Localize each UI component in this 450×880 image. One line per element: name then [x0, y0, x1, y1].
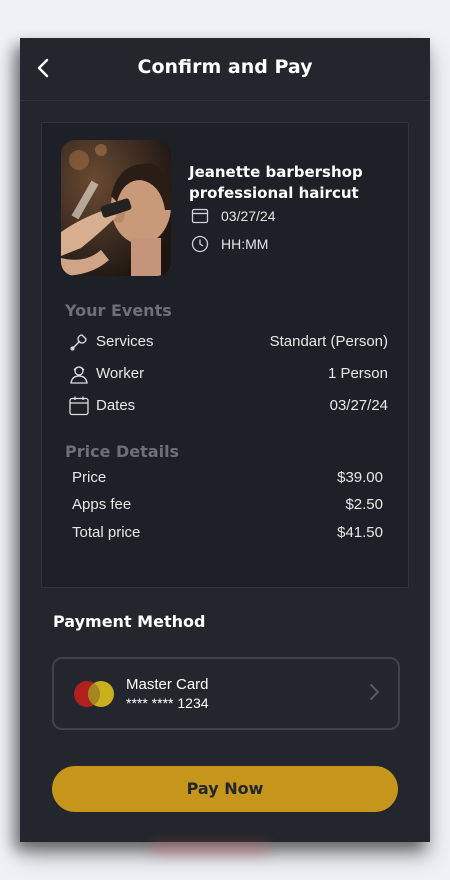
price-label: Total price	[72, 524, 141, 541]
booking-time: HH:MM	[221, 236, 269, 252]
event-value: 1 Person	[327, 365, 388, 382]
card-number: **** **** 1234	[126, 695, 209, 711]
payment-method-heading: Payment Method	[53, 612, 206, 631]
booking-date: 03/27/24	[221, 208, 276, 224]
price-value: $41.50	[337, 524, 383, 541]
pay-now-button[interactable]: Pay Now	[52, 766, 398, 812]
clock-icon	[191, 235, 209, 253]
event-value: 03/27/24	[329, 397, 388, 414]
booking-time-row: HH:MM	[191, 235, 268, 253]
worker-icon	[70, 366, 88, 384]
event-value: Standart (Person)	[269, 333, 388, 350]
price-value: $39.00	[337, 469, 383, 486]
booking-date-row: 03/27/24	[191, 207, 276, 225]
barbershop-photo	[61, 140, 171, 276]
wrench-icon	[70, 334, 87, 351]
payment-method-card[interactable]: Master Card **** **** 1234	[52, 657, 400, 730]
shop-name: Jeanette barbershop professional haircut	[189, 163, 363, 202]
event-label: Dates	[96, 397, 136, 414]
price-row: Total price $41.50	[72, 524, 383, 541]
phone-screen: Confirm and Pay Jeanette barbershop prof…	[20, 38, 430, 842]
price-value: $2.50	[345, 496, 383, 513]
event-row-services: Services Standart (Person)	[68, 331, 388, 353]
event-row-worker: Worker 1 Person	[68, 363, 388, 385]
chevron-right-icon	[370, 684, 379, 700]
bottom-glow	[150, 842, 270, 856]
price-details-heading: Price Details	[65, 442, 180, 461]
price-label: Price	[72, 469, 107, 486]
event-label: Services	[96, 333, 154, 350]
booking-summary-card: Jeanette barbershop professional haircut…	[41, 122, 409, 588]
event-label: Worker	[96, 365, 145, 382]
your-events-heading: Your Events	[65, 301, 172, 320]
page-title: Confirm and Pay	[137, 56, 313, 78]
price-row: Price $39.00	[72, 469, 383, 486]
event-row-dates: Dates 03/27/24	[68, 395, 388, 417]
card-name: Master Card	[126, 676, 209, 693]
app-header: Confirm and Pay	[20, 38, 430, 101]
price-row: Apps fee $2.50	[72, 496, 383, 513]
mastercard-logo	[74, 681, 114, 707]
calendar-icon	[69, 396, 89, 416]
price-label: Apps fee	[72, 496, 132, 513]
calendar-icon	[191, 208, 209, 224]
